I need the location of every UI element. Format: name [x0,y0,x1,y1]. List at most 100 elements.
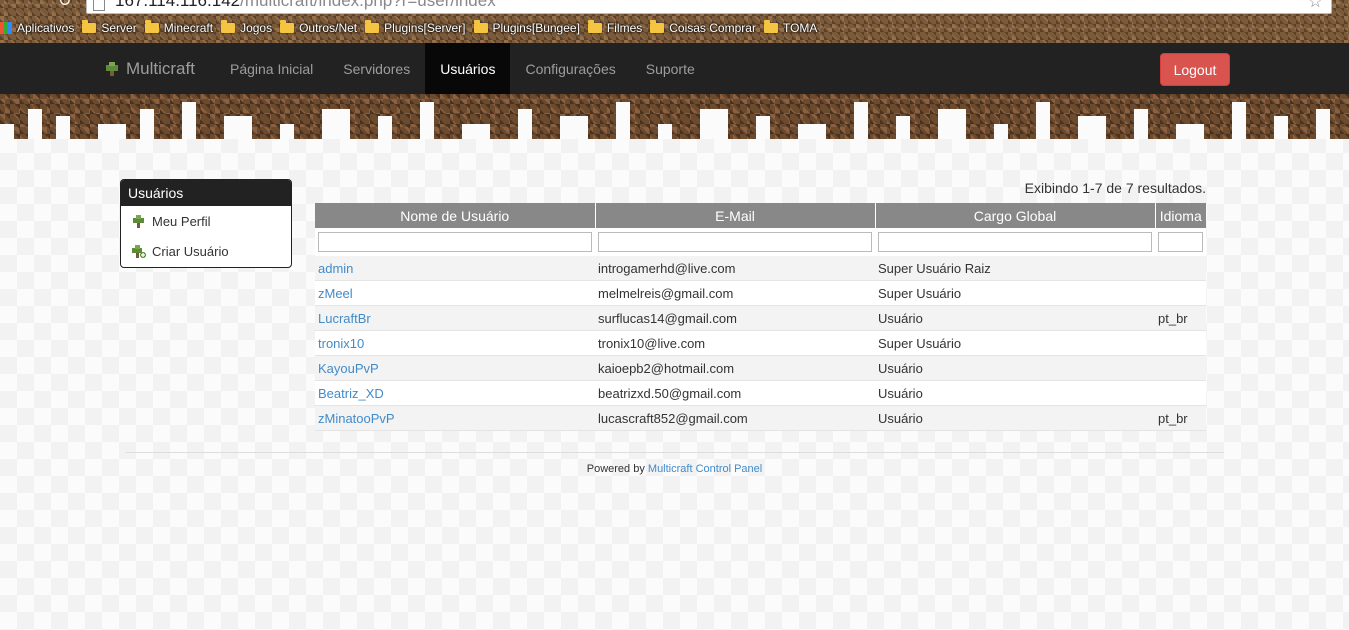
url-host: 167.114.116.142 [115,0,241,10]
username-link[interactable]: LucraftBr [318,311,371,326]
folder-icon [763,20,778,33]
bookmark-label: Server [101,21,137,35]
bookmark-folder-jogos[interactable]: Jogos [221,20,273,35]
email-filter-input[interactable] [598,232,872,252]
bookmark-label: Outros/Net [299,21,358,35]
table-row: zMinatooPvP lucascraft852@gmail.com Usuá… [315,405,1206,431]
column-header-username[interactable]: Nome de Usuário [315,203,596,228]
column-header-global-role[interactable]: Cargo Global [875,203,1156,228]
username-cell: zMinatooPvP [315,405,595,431]
header-banner [0,94,1349,139]
username-link[interactable]: admin [318,261,353,276]
folder-icon [473,20,488,33]
language-cell [1155,380,1206,406]
multicraft-link[interactable]: Multicraft Control Panel [648,463,762,475]
sidebar-menu: Usuários Meu Perfil Criar Usuário [120,179,292,268]
filter-cell [315,228,595,256]
table-row: KayouPvP kaioepb2@hotmail.com Usuário [315,355,1206,381]
nav-item-home[interactable]: Página Inicial [215,43,328,94]
email-cell: beatrizxd.50@gmail.com [595,380,875,406]
bookmark-folder-plugins-server[interactable]: Plugins[Server] [365,20,466,35]
bookmarks-bar: Aplicativos Server Minecraft Jogos Outro… [0,18,825,38]
bookmark-folder-minecraft[interactable]: Minecraft [144,20,214,35]
global-role-cell: Usuário [875,305,1155,331]
powered-by-text: Powered by [586,463,645,475]
username-link[interactable]: zMeel [318,286,353,301]
results-summary: Exibindo 1-7 de 7 resultados. [1024,180,1206,196]
nav-item-servers[interactable]: Servidores [328,43,425,94]
bookmark-folder-filmes[interactable]: Filmes [587,20,642,35]
brand-name: Multicraft [126,58,195,78]
brand-link[interactable]: Multicraft [104,43,195,94]
nav-item-settings[interactable]: Configurações [510,43,630,94]
table-header-row: Nome de Usuário E-Mail Cargo Global Idio… [315,203,1206,228]
sidebar-title: Usuários [121,180,291,206]
bookmark-label: Aplicativos [17,21,75,35]
username-link[interactable]: Beatriz_XD [318,386,384,401]
language-filter-input[interactable] [1158,232,1203,252]
bookmark-folder-plugins-bungee[interactable]: Plugins[Bungee] [473,20,580,35]
bookmark-folder-outros-net[interactable]: Outros/Net [280,20,358,35]
folder-icon [587,20,602,33]
username-link[interactable]: KayouPvP [318,361,379,376]
bookmark-label: Coisas Comprar [669,21,756,35]
username-cell: tronix10 [315,330,595,356]
username-cell: LucraftBr [315,305,595,331]
bookmark-label: Plugins[Bungee] [492,21,580,35]
url-text[interactable]: 167.114.116.142/multicraft/index.php?r=u… [115,0,496,11]
language-cell: pt_br [1155,405,1206,431]
username-cell: zMeel [315,280,595,306]
global-role-cell: Usuário [875,405,1155,431]
nav-item-support[interactable]: Suporte [631,43,710,94]
address-bar[interactable]: 167.114.116.142/multicraft/index.php?r=u… [86,0,1332,14]
filter-cell [595,228,875,256]
reload-icon[interactable]: ↻ [58,0,74,10]
email-cell: introgamerhd@live.com [595,256,875,281]
main-nav: Página Inicial Servidores Usuários Confi… [215,43,710,94]
bookmark-folder-toma[interactable]: TOMA [763,20,817,35]
username-cell: KayouPvP [315,355,595,381]
tree-icon [106,61,118,76]
table-row: zMeel melmelreis@gmail.com Super Usuário [315,280,1206,306]
username-link[interactable]: zMinatooPvP [318,411,395,426]
global-role-cell: Usuário [875,380,1155,406]
filter-row [315,228,1206,256]
username-cell: Beatriz_XD [315,380,595,406]
folder-icon [82,20,97,33]
footer: Powered by Multicraft Control Panel [0,463,1349,475]
nav-item-users[interactable]: Usuários [425,43,511,94]
email-cell: surflucas14@gmail.com [595,305,875,331]
global-role-cell: Usuário [875,355,1155,381]
bookmark-star-icon[interactable]: ☆ [1308,0,1323,12]
username-link[interactable]: tronix10 [318,336,364,351]
folder-icon [280,20,295,33]
global-role-filter-input[interactable] [878,232,1152,252]
bookmark-label: Jogos [240,21,273,35]
page-icon [93,0,105,11]
username-cell: admin [315,256,595,281]
username-filter-input[interactable] [318,232,592,252]
folder-icon [365,20,380,33]
bookmark-folder-server[interactable]: Server [82,20,137,35]
url-path: /multicraft/index.php?r=user/index [240,0,496,10]
table-row: tronix10 tronix10@live.com Super Usuário [315,330,1206,356]
logout-button[interactable]: Logout [1160,53,1230,86]
bookmark-apps[interactable]: Aplicativos [0,21,74,35]
user-icon [133,214,144,228]
top-navbar: Multicraft Página Inicial Servidores Usu… [0,43,1349,94]
browser-toolbar: ↻ 167.114.116.142/multicraft/index.php?r… [0,0,1349,43]
bookmark-folder-coisas-comprar[interactable]: Coisas Comprar [650,20,756,35]
email-cell: kaioepb2@hotmail.com [595,355,875,381]
apps-icon [0,22,12,34]
bookmark-label: Minecraft [163,21,214,35]
bookmark-label: Plugins[Server] [384,21,466,35]
sidebar-item-label: Criar Usuário [152,243,229,259]
global-role-cell: Super Usuário Raiz [875,256,1155,281]
column-header-email[interactable]: E-Mail [595,203,876,228]
email-cell: tronix10@live.com [595,330,875,356]
sidebar-item-create-user[interactable]: Criar Usuário [121,236,291,266]
sidebar-item-label: Meu Perfil [152,213,211,229]
add-user-icon [132,244,146,258]
sidebar-item-my-profile[interactable]: Meu Perfil [121,206,291,236]
column-header-language[interactable]: Idioma [1155,203,1206,228]
